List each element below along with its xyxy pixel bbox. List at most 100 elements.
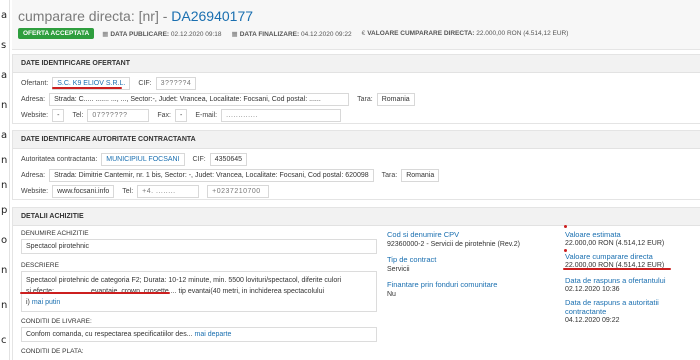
direct-purchase-value-label: VALOARE CUMPARARE DIRECTA: [367,30,475,37]
bidder-address-row: Adresa: Strada: C..... ....... ..., ...,… [21,93,423,106]
cif-value: 3?????4 [155,77,197,90]
clipped-letter: a [1,70,8,81]
euro-icon: € [361,30,366,37]
authority-website-value: www.focsani.info [52,185,115,198]
authority-country-label: Tara: [381,172,398,179]
authority-panel: DATE IDENTIFICARE AUTORITATE CONTRACTANT… [12,130,700,200]
payment-conditions-label: CONDITII DE PLATA: [21,348,84,355]
status-row: OFERTA ACCEPTATA ▦ DATA PUBLICARE: 02.12.… [18,28,578,39]
acquisition-right-column: Valoare estimata 22.000,00 RON (4.514,12… [565,230,695,324]
bidder-response-date: 02.12.2020 10:36 [565,286,620,293]
authority-row: Autoritatea contractanta: MUNICIPIUL FOC… [21,153,255,166]
fax-label: Fax: [157,112,171,119]
authority-tel-value: +4. ........ [137,185,200,198]
delivery-conditions-label: CONDITII DE LIVRARE: [21,318,92,325]
authority-address-value: Strada: Dimitrie Cantemir, nr. 1 bis, Se… [49,169,374,182]
contract-type-value: Servicii [387,266,410,273]
bidder-response-date-label: Data de raspuns a ofertantului [565,276,666,285]
clipped-letter: a [1,130,8,141]
authority-address-label: Adresa: [21,172,46,179]
website-value: - [52,109,65,122]
clipped-letter: n [1,155,8,166]
authority-address-row: Adresa: Strada: Dimitrie Cantemir, nr. 1… [21,169,447,182]
delivery-conditions-value: Confom comanda, cu respectarea specifica… [26,331,193,338]
website-label: Website: [21,112,49,119]
authority-cif-value: 4350645 [209,153,248,166]
bidder-panel: DATE IDENTIFICARE OFERTANT Ofertant: S.C… [12,54,700,124]
direct-purchase-value: € VALOARE CUMPARARE DIRECTA: 22.000,00 RO… [362,30,569,37]
authority-label: Autoritatea contractanta: [21,156,98,163]
clipped-letter: n [1,300,8,311]
fax-value: - [174,109,188,122]
description-label: DESCRIERE [21,262,59,269]
annotation-underline [52,87,122,89]
clipped-letter: c [1,335,7,346]
procedure-code-link[interactable]: DA26940177 [171,8,253,24]
eu-funds-label: Finantare prin fonduri comunitare [387,280,498,289]
tel-value: 07?????? [87,109,150,122]
acquisition-name-value: Spectacol pirotehnic [21,239,377,254]
clipped-letter: a [1,10,8,21]
authority-cif-label: CIF: [192,156,206,163]
delivery-conditions-box: Confom comanda, cu respectarea specifica… [21,327,377,342]
calendar-icon: ▦ [102,30,109,38]
calendar-icon: ▦ [231,30,238,38]
acquisition-panel-heading: DETALII ACHIZITIE [13,208,700,226]
eu-funds-value: Nu [387,291,396,298]
authority-fax-value: +0237210700 [207,185,270,198]
finalize-date: ▦ DATA FINALIZARE: 04.12.2020 09:22 [232,30,352,38]
acquisition-middle-column: Cod si denumire CPV 92360000-2 - Servici… [387,230,557,298]
clipped-letter: s [1,40,7,51]
title-prefix: cumparare directa: [nr] - [18,8,172,24]
procedure-header: cumparare directa: [nr] - DA26940177 OFE… [12,0,700,50]
authority-contact-row: Website: www.focsani.info Tel: +4. .....… [21,185,277,198]
email-value: ............. [221,109,342,122]
direct-purchase-value-amount: 22.000,00 RON (4.514,12 EUR) [476,30,569,37]
bidder-panel-heading: DATE IDENTIFICARE OFERTANT [13,55,700,73]
authority-tel-label: Tel: [122,188,134,195]
cpv-value: 92360000-2 - Servicii de pirotehnie (Rev… [387,241,520,248]
acquisition-name-label: DENUMIRE ACHIZITIE [21,230,89,237]
show-more-link[interactable]: mai departe [194,331,231,338]
left-edge-strip: a s a n a n n p o n n c [0,0,10,360]
finalize-date-label: DATA FINALIZARE: [239,30,300,38]
country-label: Tara: [357,96,373,103]
publish-date-value: 02.12.2020 09:18 [170,30,222,38]
annotation-underline [20,292,170,294]
description-line: Spectacol pirotehnic de categoria F2; Du… [26,277,342,284]
clipped-letter: n [1,100,8,111]
annotation-dot [564,249,567,252]
bidder-contact-row: Website: - Tel: 07?????? Fax: - E-mail: … [21,109,349,122]
authority-name-link[interactable]: MUNICIPIUL FOCSANI [101,153,185,166]
country-value: Romania [376,93,415,106]
address-value: Strada: C..... ....... ..., ..., Sector:… [49,93,350,106]
publish-date: ▦ DATA PUBLICARE: 02.12.2020 09:18 [102,30,221,38]
clipped-letter: n [1,180,8,191]
estimated-value-label: Valoare estimata [565,230,621,239]
status-badge: OFERTA ACCEPTATA [18,28,95,39]
clipped-letter: n [1,265,8,276]
authority-website-label: Website: [21,188,49,195]
page-title: cumparare directa: [nr] - DA26940177 [18,8,253,24]
show-less-link[interactable]: mai putin [32,299,60,306]
clipped-letter: p [1,205,8,216]
direct-value-label: Valoare cumparare directa [565,252,653,261]
authority-response-date-label: Data de raspuns a autoritatii contractan… [565,298,659,316]
authority-country-value: Romania [401,169,440,182]
annotation-dot [564,225,567,228]
email-label: E-mail: [195,112,218,119]
clipped-letter: o [1,235,8,246]
authority-panel-heading: DATE IDENTIFICARE AUTORITATE CONTRACTANT… [13,131,700,149]
publish-date-label: DATA PUBLICARE: [110,30,170,38]
address-label: Adresa: [21,96,46,103]
contract-type-label: Tip de contract [387,255,437,264]
description-line: i) [26,299,30,306]
annotation-underline [563,268,671,270]
estimated-value: 22.000,00 RON (4.514,12 EUR) [565,240,665,247]
cpv-label: Cod si denumire CPV [387,230,460,239]
cif-label: CIF: [138,80,152,87]
acquisition-panel: DETALII ACHIZITIE DENUMIRE ACHIZITIE Spe… [12,207,700,360]
authority-response-date: 04.12.2020 09:22 [565,317,620,324]
finalize-date-value: 04.12.2020 09:22 [300,30,352,38]
bidder-label: Ofertant: [21,80,49,87]
